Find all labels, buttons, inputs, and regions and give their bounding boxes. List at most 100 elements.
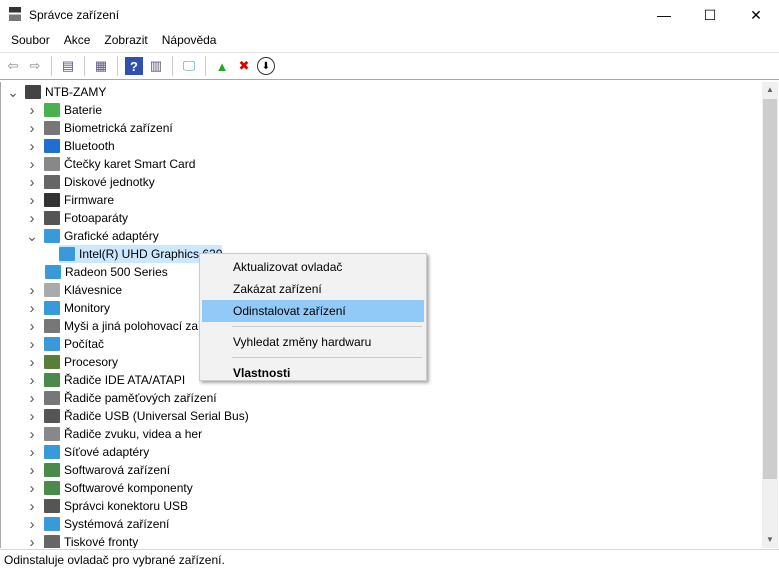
tree-item[interactable]: › Softwarová zařízení [26, 461, 171, 479]
show-hide-console-tree-button[interactable]: ▤ [59, 57, 77, 75]
update-driver-button[interactable]: ▲ [213, 57, 231, 75]
forward-button[interactable]: ⇨ [26, 57, 44, 75]
tree-item[interactable]: ⌄ Grafické adaptéry [26, 227, 159, 245]
device-icon [44, 319, 60, 333]
back-button[interactable]: ⇦ [4, 57, 22, 75]
chevron-right-icon[interactable]: › [26, 102, 38, 119]
properties-button[interactable]: ▦ [92, 57, 110, 75]
tree-root[interactable]: ⌄ NTB-ZAMY [7, 83, 106, 101]
tree-item[interactable]: › Řadiče zvuku, videa a her [26, 425, 203, 443]
menu-akce[interactable]: Akce [57, 31, 98, 51]
chevron-down-icon[interactable]: ⌄ [7, 85, 19, 99]
close-button[interactable]: ✕ [733, 0, 779, 30]
tree-item-label: Radeon 500 Series [65, 265, 168, 279]
chevron-right-icon[interactable]: › [26, 426, 38, 443]
tree-item[interactable]: › Klávesnice [26, 281, 123, 299]
tree-item[interactable]: › Monitory [26, 299, 111, 317]
chevron-right-icon[interactable]: › [26, 480, 38, 497]
scan-hardware-button[interactable]: 🖵 [180, 57, 198, 75]
chevron-right-icon[interactable]: › [26, 210, 38, 227]
tree-item[interactable]: › Síťové adaptéry [26, 443, 150, 461]
tree-item[interactable]: › Řadiče USB (Universal Serial Bus) [26, 407, 249, 425]
tree-item[interactable]: › Řadiče IDE ATA/ATAPI [26, 371, 186, 389]
device-icon [44, 103, 60, 117]
tree-item-label: Síťové adaptéry [64, 445, 150, 459]
chevron-right-icon[interactable]: › [26, 408, 38, 425]
tree-child-item[interactable]: Radeon 500 Series [45, 263, 168, 281]
device-icon [44, 445, 60, 459]
context-menu-item[interactable]: Zakázat zařízení [202, 278, 424, 300]
chevron-right-icon[interactable]: › [26, 534, 38, 549]
device-icon [44, 409, 60, 423]
tree-item-label: Tiskové fronty [64, 535, 139, 548]
tree-item-label: NTB-ZAMY [45, 85, 107, 99]
tree-item[interactable]: › Řadiče paměťových zařízení [26, 389, 217, 407]
minimize-button[interactable]: — [641, 0, 687, 30]
context-menu: Aktualizovat ovladač Zakázat zařízení Odin… [199, 253, 427, 381]
tree-child-item[interactable]: Intel(R) UHD Graphics 620 [59, 245, 223, 263]
maximize-button[interactable]: ☐ [687, 0, 733, 30]
menu-soubor[interactable]: Soubor [4, 31, 57, 51]
device-icon [44, 535, 60, 548]
title-bar: Správce zařízení — ☐ ✕ [0, 0, 779, 30]
update-driver-icon: ▲ [215, 58, 229, 74]
chevron-right-icon[interactable]: › [26, 300, 38, 317]
chevron-right-icon[interactable]: › [26, 444, 38, 461]
chevron-right-icon[interactable]: › [26, 372, 38, 389]
scrollbar-thumb[interactable] [763, 99, 777, 479]
context-menu-item[interactable]: Vyhledat změny hardwaru [202, 331, 424, 353]
chevron-right-icon[interactable]: › [26, 138, 38, 155]
chevron-right-icon[interactable]: › [26, 156, 38, 173]
tree-item[interactable]: › Tiskové fronty [26, 533, 138, 548]
tree-item[interactable]: › Softwarové komponenty [26, 479, 193, 497]
tree-item[interactable]: › Čtečky karet Smart Card [26, 155, 196, 173]
chevron-right-icon[interactable]: › [26, 462, 38, 479]
properties-icon: ▦ [94, 58, 108, 73]
tree-item[interactable]: › Diskové jednotky [26, 173, 155, 191]
device-icon [44, 427, 60, 441]
tree-item-label: Fotoaparáty [64, 211, 129, 225]
tree-item-label: Monitory [64, 301, 111, 315]
chevron-right-icon[interactable]: › [26, 354, 38, 371]
menu-zobrazit[interactable]: Zobrazit [97, 31, 154, 51]
tree-item[interactable]: › Správci konektoru USB [26, 497, 189, 515]
chevron-right-icon[interactable]: › [26, 516, 38, 533]
context-menu-item[interactable]: Vlastnosti [202, 362, 424, 384]
chevron-right-icon[interactable]: › [26, 390, 38, 407]
menu-separator [232, 357, 422, 358]
tree-item[interactable]: › Fotoaparáty [26, 209, 129, 227]
device-icon [44, 481, 60, 495]
chevron-right-icon[interactable]: › [26, 174, 38, 191]
chevron-right-icon[interactable]: › [26, 282, 38, 299]
tree-item-label: Počítač [64, 337, 105, 351]
context-menu-item[interactable]: Aktualizovat ovladač [202, 256, 424, 278]
chevron-right-icon[interactable]: › [26, 120, 38, 137]
tree-item[interactable]: › Firmware [26, 191, 115, 209]
tree-item[interactable]: › Baterie [26, 101, 103, 119]
scroll-down-icon[interactable]: ▼ [762, 532, 778, 548]
vertical-scrollbar[interactable]: ▲ ▼ [762, 82, 778, 548]
tree-item[interactable]: › Počítač [26, 335, 105, 353]
uninstall-button[interactable]: ✖ [235, 57, 253, 75]
context-menu-item[interactable]: Odinstalovat zařízení [202, 300, 424, 322]
download-icon: ⬇ [261, 60, 271, 72]
device-icon [44, 193, 60, 207]
tree-item[interactable]: › Myši a jiná polohovací zařízení [26, 317, 229, 335]
chevron-right-icon[interactable]: › [26, 498, 38, 515]
tree-item[interactable]: › Systémová zařízení [26, 515, 170, 533]
download-button[interactable]: ⬇ [257, 57, 275, 75]
toolbar-separator [172, 56, 173, 76]
scroll-up-icon[interactable]: ▲ [762, 82, 778, 98]
chevron-right-icon[interactable]: › [26, 192, 38, 209]
tree-item[interactable]: › Procesory [26, 353, 119, 371]
chevron-right-icon[interactable]: › [26, 336, 38, 353]
tree-item[interactable]: › Biometrická zařízení [26, 119, 173, 137]
chevron-down-icon[interactable]: ⌄ [26, 229, 38, 243]
tree-item-label: Řadiče IDE ATA/ATAPI [64, 373, 186, 387]
action-pane-button[interactable]: ▥ [147, 57, 165, 75]
chevron-right-icon[interactable]: › [26, 318, 38, 335]
help-button[interactable]: ? [125, 57, 143, 75]
tree-item-label: Firmware [64, 193, 114, 207]
tree-item[interactable]: › Bluetooth [26, 137, 115, 155]
menu-nápověda[interactable]: Nápověda [155, 31, 224, 51]
